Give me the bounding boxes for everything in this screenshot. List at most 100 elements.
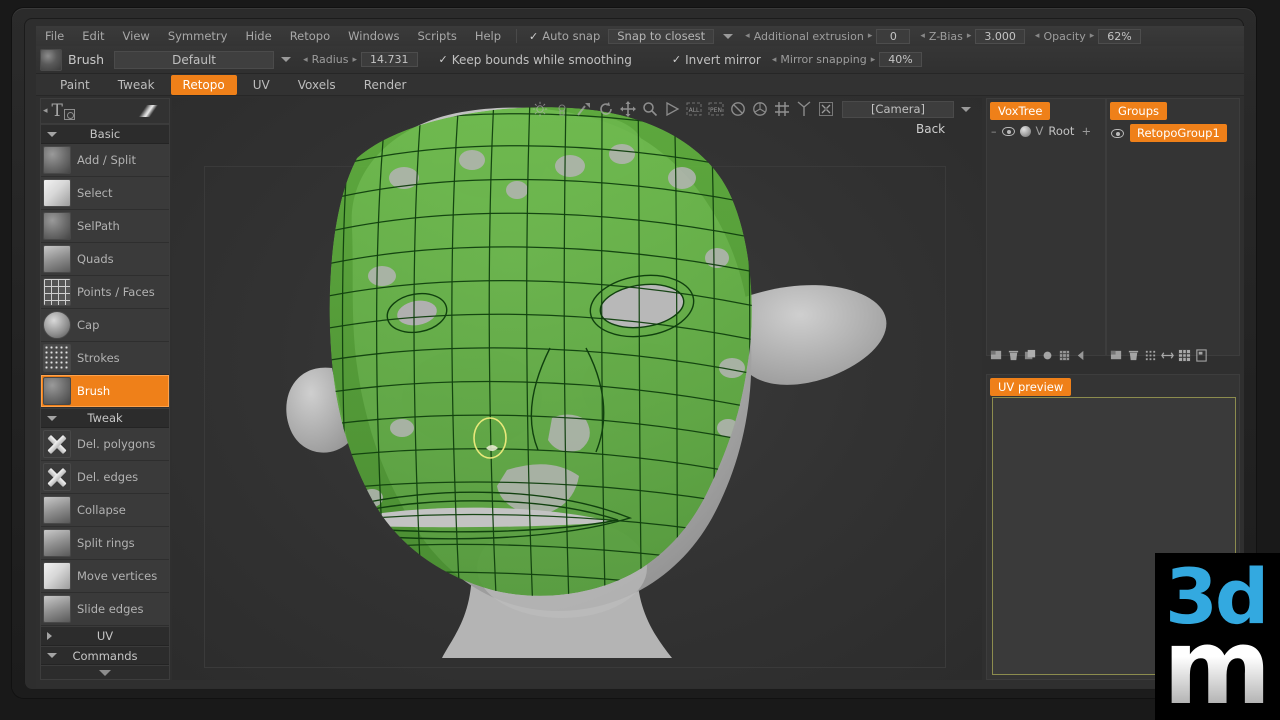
radius-value[interactable]: 14.731 [361,52,418,67]
brush-preset-dropdown[interactable]: Default [114,50,275,69]
tool-add-split[interactable]: Add / Split [41,143,169,177]
right-arrow-icon[interactable]: ▸ [967,31,972,41]
z-bias-value[interactable]: 3.000 [975,28,1025,44]
group-name[interactable]: RetopoGroup1 [1130,124,1227,142]
right-arrow-icon[interactable]: ▸ [868,31,873,41]
light-icon[interactable] [532,101,548,117]
tool-cap[interactable]: Cap [41,309,169,343]
sphere-icon[interactable] [1019,125,1031,137]
chevron-down-icon[interactable] [961,106,971,112]
right-arrow-icon[interactable]: ▸ [1090,31,1095,41]
chevron-down-icon[interactable] [723,33,734,39]
collapse-icon[interactable]: – [991,125,997,138]
tool-split-rings[interactable]: Split rings [41,527,169,561]
grid-icon[interactable] [774,101,790,117]
zoom-icon[interactable] [642,101,658,117]
tool-strokes[interactable]: Strokes [41,342,169,376]
left-arrow-icon[interactable]: ◂ [920,31,925,41]
back-arrow-icon[interactable] [1075,349,1088,362]
keep-bounds-checkbox[interactable]: ✓ Keep bounds while smoothing [433,53,638,67]
all-icon[interactable]: ALL [686,101,702,117]
volume-icon[interactable] [752,101,768,117]
play-icon[interactable] [664,101,680,117]
left-arrow-icon[interactable]: ◂ [745,31,750,41]
groups-title[interactable]: Groups [1110,102,1168,120]
tool-brush[interactable]: Brush [41,375,169,409]
auto-snap-checkbox[interactable]: ✓ Auto snap [523,29,606,43]
opacity-slider[interactable]: ◂ Opacity ▸ 62% [1030,28,1146,44]
menu-view[interactable]: View [114,26,159,46]
tab-voxels[interactable]: Voxels [286,75,348,95]
right-arrow-icon[interactable]: ▸ [353,55,358,65]
left-arrow-icon[interactable]: ◂ [772,55,777,65]
menu-file[interactable]: File [36,26,73,46]
no-symmetry-icon[interactable] [730,101,746,117]
eye-icon[interactable] [1111,128,1124,138]
menu-help[interactable]: Help [466,26,510,46]
tool-del-polygons[interactable]: Del. polygons [41,427,169,461]
new-group-icon[interactable] [1110,349,1123,362]
group-header-commands[interactable]: Commands [41,645,169,666]
tool-move-vertices[interactable]: Move vertices [41,560,169,594]
tool-panel-scroll-down[interactable] [41,665,169,680]
grid-layer-icon[interactable] [1058,349,1071,362]
tool-points-faces[interactable]: Points / Faces [41,276,169,310]
menu-retopo[interactable]: Retopo [281,26,339,46]
left-arrow-icon[interactable]: ◂ [303,55,308,65]
additional-extrusion-slider[interactable]: ◂ Additional extrusion ▸ 0 [740,28,915,44]
light-secondary-icon[interactable] [554,101,570,117]
mirror-snapping-value[interactable]: 40% [879,52,922,67]
menu-edit[interactable]: Edit [73,26,113,46]
mirror-snapping-slider[interactable]: ◂ Mirror snapping ▸ 40% [767,52,927,67]
chevron-down-icon[interactable] [281,57,292,62]
rotate-icon[interactable] [598,101,614,117]
tool-selpath[interactable]: SelPath [41,209,169,244]
tab-paint[interactable]: Paint [48,75,102,95]
tool-del-edges[interactable]: Del. edges [41,461,169,495]
swap-icon[interactable] [1161,349,1174,362]
right-arrow-icon[interactable]: ▸ [871,55,876,65]
snap-mode-dropdown[interactable]: Snap to closest [608,28,715,44]
tool-quads[interactable]: Quads [41,243,169,277]
group-header-uv[interactable]: UV [41,626,169,646]
camera-dropdown[interactable]: [Camera] [842,100,954,118]
tool-slide-edges[interactable]: Slide edges [41,593,169,627]
uv-preview-title[interactable]: UV preview [990,378,1072,396]
additional-extrusion-value[interactable]: 0 [876,28,911,44]
layer-name[interactable]: Root [1048,124,1074,138]
voxtree-title[interactable]: VoxTree [990,102,1051,120]
group-header-tweak[interactable]: Tweak [41,408,169,428]
export-icon[interactable] [1195,348,1208,362]
tab-retopo[interactable]: Retopo [170,74,237,95]
transform-icon[interactable] [576,101,592,117]
z-bias-slider[interactable]: ◂ Z-Bias ▸ 3.000 [915,28,1030,44]
brush-preview-icon[interactable] [40,48,62,71]
pen-icon[interactable]: PEN [708,101,724,117]
menu-windows[interactable]: Windows [339,26,408,46]
viewport-3d[interactable] [172,98,982,680]
delete-group-icon[interactable] [1127,349,1140,362]
add-icon[interactable]: + [1081,124,1091,138]
left-arrow-icon[interactable]: ◂ [43,106,48,116]
delete-layer-icon[interactable] [1007,349,1020,362]
menu-hide[interactable]: Hide [236,26,280,46]
toggle-box-icon[interactable] [63,108,75,120]
tool-collapse[interactable]: Collapse [41,494,169,528]
menu-symmetry[interactable]: Symmetry [159,26,237,46]
opacity-value[interactable]: 62% [1098,28,1141,44]
dots-icon[interactable] [1144,349,1157,362]
fit-icon[interactable] [818,101,834,117]
radius-slider[interactable]: ◂ Radius ▸ 14.731 [298,52,422,67]
tool-select[interactable]: Select [41,176,169,210]
tab-uv[interactable]: UV [241,75,282,95]
tab-render[interactable]: Render [352,75,419,95]
move-icon[interactable] [620,101,636,117]
duplicate-layer-icon[interactable] [1024,349,1037,362]
voxtree-row-root[interactable]: – V Root + [987,120,1105,142]
menu-scripts[interactable]: Scripts [408,26,465,46]
left-arrow-icon[interactable]: ◂ [1035,31,1040,41]
axis-icon[interactable] [796,101,812,117]
tab-tweak[interactable]: Tweak [106,75,167,95]
new-layer-icon[interactable] [990,349,1003,362]
invert-mirror-checkbox[interactable]: ✓ Invert mirror [666,53,767,67]
